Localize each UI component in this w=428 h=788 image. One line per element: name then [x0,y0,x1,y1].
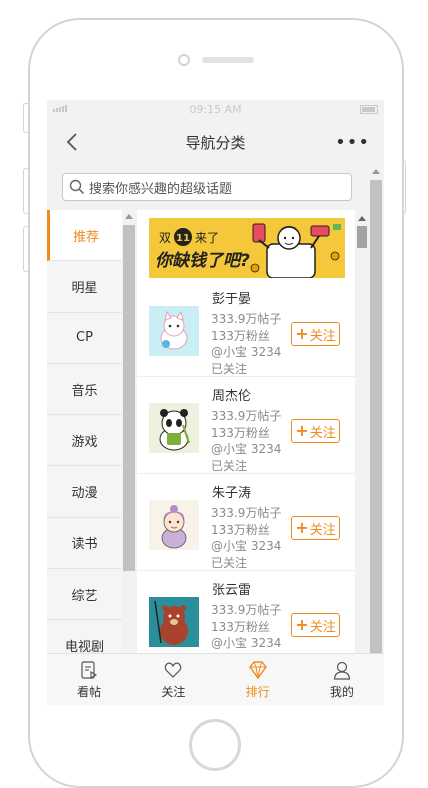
battery-icon [360,105,378,114]
tab-mine[interactable]: 我的 [300,654,384,705]
page-title: 导航分类 [185,134,246,152]
scroll-up-arrow-icon[interactable] [125,214,133,219]
list-item[interactable]: 张云雷 333.9万帖子 133万粉丝 @小宝 3234已关注 +关注 [137,571,355,653]
post-count: 333.9万帖子 [211,506,282,520]
tab-follow[interactable]: 关注 [131,654,215,705]
search-area: 搜索你感兴趣的超级话题 [47,165,369,210]
user-name: 朱子涛 [212,486,252,501]
category-scrollbar[interactable] [122,210,137,653]
banner-headline: 你缺钱了吧? [155,251,250,271]
follow-label: 关注 [309,425,336,441]
content-scrollbar[interactable] [355,210,369,653]
diamond-icon [248,661,267,680]
banner-text-eleven: 11 [176,233,190,244]
plus-icon: + [295,615,309,634]
girl-avatar[interactable] [149,500,199,550]
search-icon [69,179,85,195]
category-item-recommend[interactable]: 推荐 [47,210,122,262]
tab-posts-label: 看帖 [77,685,102,699]
scroll-up-arrow-icon[interactable] [372,169,380,174]
tab-ranking-label: 排行 [245,685,270,699]
category-item-music[interactable]: 音乐 [47,364,122,416]
post-count: 333.9万帖子 [211,312,282,326]
bear-avatar[interactable] [149,597,199,647]
page-scroll-thumb[interactable] [370,180,382,653]
home-button[interactable] [189,719,241,771]
user-name: 周杰伦 [212,389,252,404]
category-item-tv[interactable]: 电视剧 [47,620,122,653]
followed-by: @小宝 3234已关注 [211,636,282,653]
content-scroll-thumb[interactable] [357,226,367,248]
user-list: 彭于晏 333.9万帖子 133万粉丝 @小宝 3234已关注 + 关注 周杰伦 … [137,280,355,653]
earpiece-speaker [202,57,254,63]
page-scrollbar[interactable] [369,165,384,653]
banner-text-double: 双 [159,231,171,245]
user-meta: 333.9万帖子 133万粉丝 @小宝 3234已关注 [211,408,293,474]
heart-icon [165,662,182,678]
cat-avatar[interactable] [149,306,199,356]
banner-text-came: 来了 [195,231,219,245]
search-input[interactable]: 搜索你感兴趣的超级话题 [62,173,352,201]
user-meta: 333.9万帖子 133万粉丝 @小宝 3234已关注 [211,311,293,377]
category-item-stars[interactable]: 明星 [47,261,122,313]
category-item-anime[interactable]: 动漫 [47,466,122,518]
follow-label: 关注 [309,522,336,538]
scroll-up-arrow-icon[interactable] [358,216,366,221]
more-options-icon[interactable]: ••• [335,132,370,153]
category-item-cp[interactable]: CP [47,313,122,364]
user-meta: 333.9万帖子 133万粉丝 @小宝 3234已关注 [211,505,293,571]
tab-mine-label: 我的 [329,685,354,699]
list-item[interactable]: 朱子涛 333.9万帖子 133万粉丝 @小宝 3234已关注 + 关注 [137,474,355,571]
fan-count: 133万粉丝 [211,328,270,343]
fan-count: 133万粉丝 [211,522,270,537]
user-name: 张云雷 [212,583,252,598]
fan-count: 133万粉丝 [211,425,270,440]
post-icon [81,661,98,679]
followed-by: @小宝 3234已关注 [211,539,282,570]
promo-banner[interactable]: 双 11 来了 你缺钱了吧? [149,218,345,278]
follow-button[interactable]: + 关注 [291,419,340,443]
tab-follow-label: 关注 [161,685,186,699]
plus-icon: + [295,518,309,537]
follow-label: 关注 [309,619,336,635]
nav-bar: 导航分类 ••• [47,119,384,165]
follow-button[interactable]: + 关注 [291,613,340,637]
user-icon [333,661,351,680]
tab-posts[interactable]: 看帖 [47,654,131,705]
user-meta: 333.9万帖子 133万粉丝 @小宝 3234已关注 [211,602,293,653]
category-item-games[interactable]: 游戏 [47,415,122,467]
follow-label: 关注 [309,328,336,344]
list-item[interactable]: 周杰伦 333.9万帖子 133万粉丝 @小宝 3234已关注 + 关注 [137,377,355,474]
plus-icon: + [295,421,309,440]
status-time: 09:15 AM [189,103,242,116]
tab-ranking[interactable]: 排行 [216,654,300,705]
category-item-variety[interactable]: 综艺 [47,569,122,621]
front-camera [178,54,190,66]
fan-count: 133万粉丝 [211,619,270,634]
search-placeholder: 搜索你感兴趣的超级话题 [89,181,233,197]
category-item-reading[interactable]: 读书 [47,518,122,570]
user-name: 彭于晏 [212,292,252,307]
followed-by: @小宝 3234已关注 [211,442,282,473]
status-bar: 09:15 AM [47,100,384,119]
plus-icon: + [295,324,309,343]
follow-button[interactable]: + 关注 [291,516,340,540]
followed-by: @小宝 3234已关注 [211,345,282,376]
bottom-tab-bar: 看帖 关注 排行 我的 [47,653,384,705]
post-count: 333.9万帖子 [211,603,282,617]
category-list: 推荐 明星 CP 音乐 游戏 动漫 读书 综艺 电视剧 [47,210,122,653]
content-panel: 双 11 来了 你缺钱了吧? 彭于晏 333.9万帖子 133万粉丝 @小宝 3… [137,210,355,653]
list-item[interactable]: 彭于晏 333.9万帖子 133万粉丝 @小宝 3234已关注 + 关注 [137,280,355,377]
app-screen: 09:15 AM 导航分类 ••• 搜索你感兴趣的超级话题 推荐 明星 CP 音… [47,100,384,705]
follow-button[interactable]: + 关注 [291,322,340,346]
panda-avatar[interactable] [149,403,199,453]
category-scroll-thumb[interactable] [123,225,135,571]
post-count: 333.9万帖子 [211,409,282,423]
